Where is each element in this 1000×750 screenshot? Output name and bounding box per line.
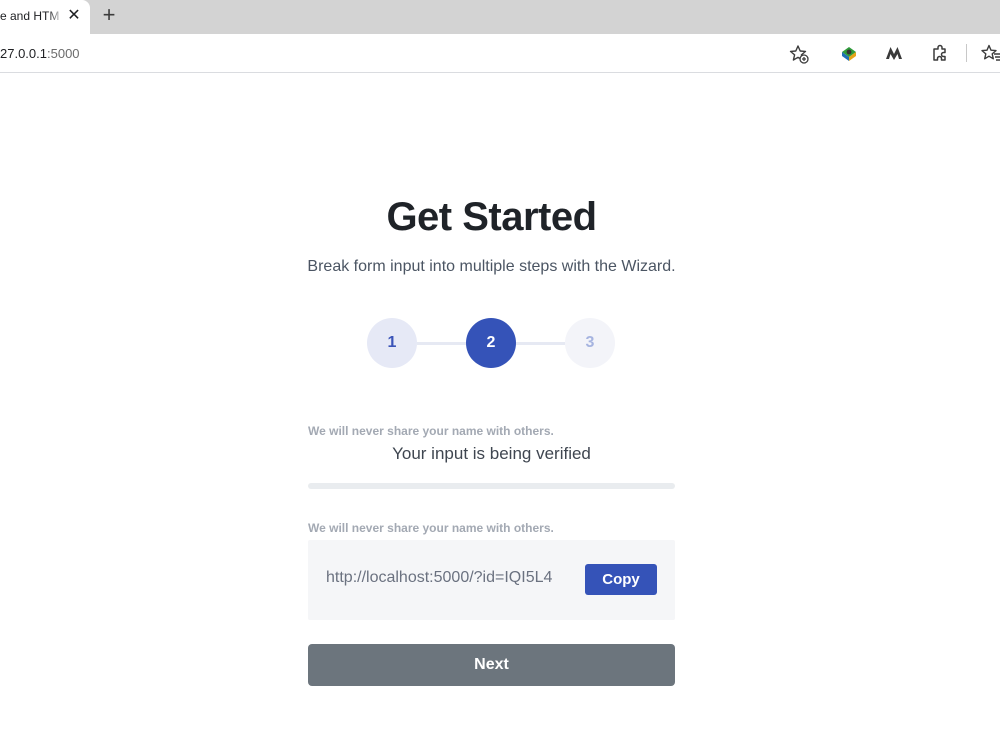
step-3-indicator[interactable]: 3 bbox=[565, 318, 615, 368]
favorites-icon[interactable] bbox=[980, 43, 1000, 63]
url-host: 27.0.0.1 bbox=[0, 46, 47, 61]
toolbar-divider bbox=[966, 44, 967, 62]
url-port: :5000 bbox=[47, 46, 80, 61]
step-2-indicator[interactable]: 2 bbox=[466, 318, 516, 368]
copy-button[interactable]: Copy bbox=[585, 564, 657, 595]
step-connector bbox=[417, 342, 466, 345]
step-1-indicator[interactable]: 1 bbox=[367, 318, 417, 368]
share-link-text[interactable]: http://localhost:5000/?id=IQI5L4 bbox=[326, 569, 582, 587]
browser-tab[interactable]: e and HTM ✕ bbox=[0, 0, 90, 34]
browser-tab-bar: e and HTM ✕ + bbox=[0, 0, 1000, 34]
url-text[interactable]: 27.0.0.1:5000 bbox=[0, 46, 80, 61]
share-link-box: http://localhost:5000/?id=IQI5L4 Copy bbox=[308, 540, 675, 620]
verification-status: Your input is being verified bbox=[392, 444, 591, 463]
extension-icon[interactable] bbox=[839, 43, 859, 63]
name-hint: We will never share your name with other… bbox=[308, 424, 554, 438]
close-icon[interactable]: ✕ bbox=[66, 8, 82, 24]
m-extension-icon[interactable] bbox=[884, 43, 904, 63]
address-bar[interactable]: 27.0.0.1:5000 bbox=[0, 37, 822, 69]
wizard-stepper: 1 2 3 bbox=[367, 318, 617, 368]
puzzle-icon[interactable] bbox=[930, 43, 950, 63]
plus-icon[interactable]: + bbox=[97, 4, 121, 28]
tab-title-fade bbox=[48, 0, 64, 34]
verification-progress-bar bbox=[308, 483, 675, 489]
favorite-add-icon[interactable] bbox=[788, 43, 810, 65]
link-hint: We will never share your name with other… bbox=[308, 521, 554, 535]
next-button[interactable]: Next bbox=[308, 644, 675, 686]
page-title: Get Started bbox=[386, 195, 597, 239]
step-connector bbox=[516, 342, 565, 345]
browser-toolbar: 27.0.0.1:5000 bbox=[0, 34, 1000, 73]
page-subtitle: Break form input into multiple steps wit… bbox=[307, 258, 676, 275]
